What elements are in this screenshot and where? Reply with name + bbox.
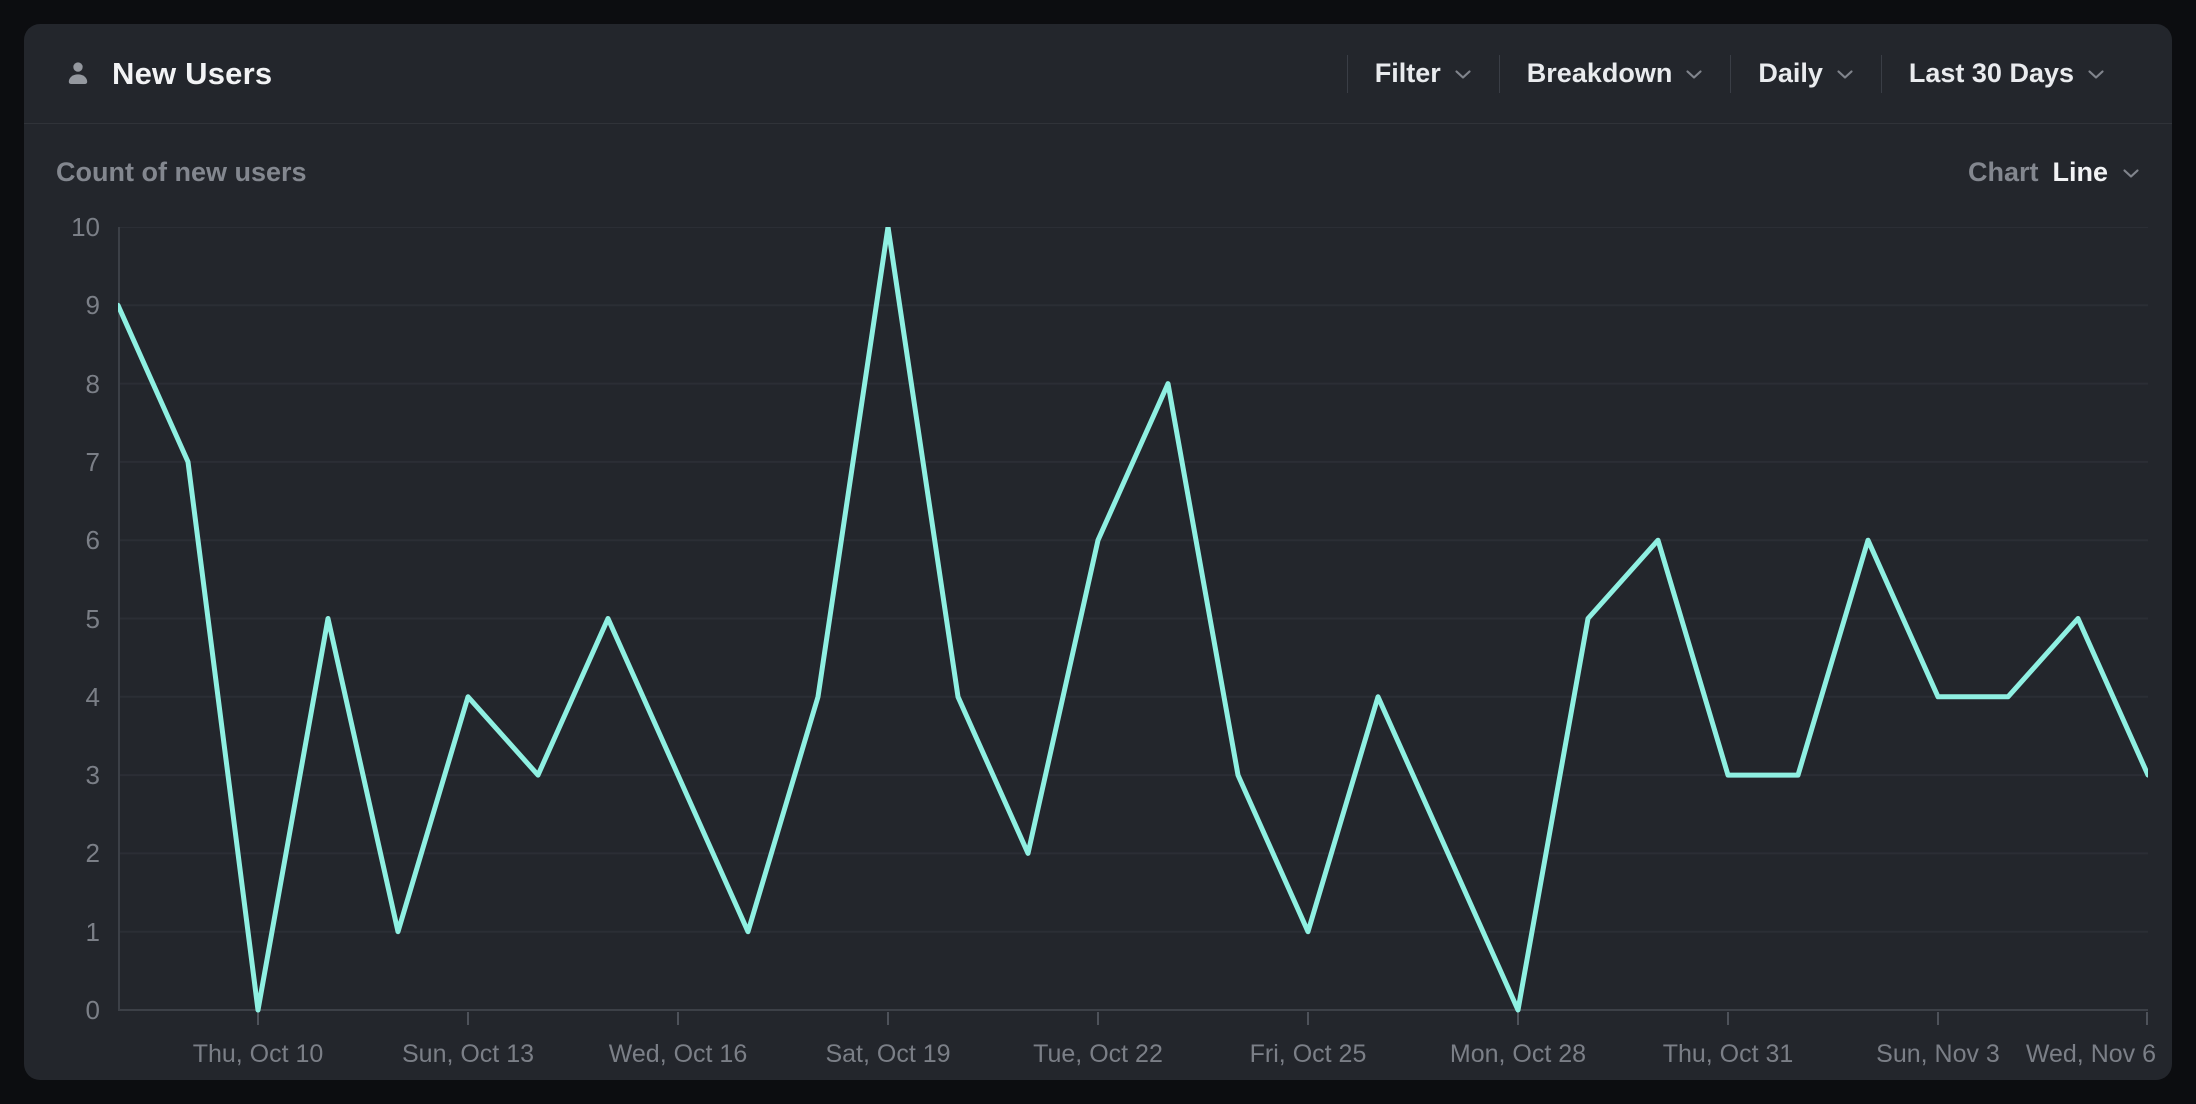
chevron-down-icon	[2122, 168, 2140, 180]
x-axis-label: Tue, Oct 22	[978, 1038, 1218, 1070]
user-icon	[60, 56, 96, 92]
y-axis-label: 6	[30, 525, 100, 555]
y-axis-label: 4	[30, 682, 100, 712]
filter-dropdown[interactable]: Filter	[1348, 58, 1499, 89]
y-axis-label: 9	[30, 290, 100, 320]
x-axis-label: Thu, Oct 31	[1608, 1038, 1848, 1070]
x-axis-label: Sun, Oct 13	[348, 1038, 588, 1070]
chevron-down-icon	[2087, 69, 2105, 81]
y-axis-label: 7	[30, 447, 100, 477]
chart-subheader: Count of new users Chart Line	[56, 152, 2140, 192]
x-axis-label: Wed, Oct 16	[558, 1038, 798, 1070]
chart-type-selector[interactable]: Chart Line	[1968, 157, 2140, 188]
y-axis-label: 3	[30, 760, 100, 790]
chevron-down-icon	[1454, 69, 1472, 81]
x-axis-label: Sat, Oct 19	[768, 1038, 1008, 1070]
x-axis-label: Wed, Nov 6	[1916, 1038, 2156, 1070]
metric-label: Count of new users	[56, 157, 307, 188]
chevron-down-icon	[1836, 69, 1854, 81]
header-controls: Filter Breakdown Daily	[1347, 52, 2132, 96]
new-users-line-chart	[118, 227, 2148, 1027]
breakdown-dropdown[interactable]: Breakdown	[1500, 58, 1731, 89]
plot-area	[118, 227, 2148, 1027]
y-axis-label: 10	[30, 212, 100, 242]
x-axis-label: Mon, Oct 28	[1398, 1038, 1638, 1070]
x-axis-label: Thu, Oct 10	[138, 1038, 378, 1070]
date-range-dropdown[interactable]: Last 30 Days	[1882, 58, 2132, 89]
y-axis-label: 5	[30, 604, 100, 634]
x-axis-label: Fri, Oct 25	[1188, 1038, 1428, 1070]
y-axis-label: 1	[30, 917, 100, 947]
y-axis-label: 2	[30, 838, 100, 868]
new-users-widget-card: New Users Filter Breakdown	[24, 24, 2172, 1080]
granularity-dropdown[interactable]: Daily	[1731, 58, 1881, 89]
widget-header: New Users Filter Breakdown	[24, 24, 2172, 124]
chevron-down-icon	[1685, 69, 1703, 81]
y-axis-label: 0	[30, 995, 100, 1025]
widget-title: New Users	[112, 56, 272, 92]
chart-type-label: Chart	[1968, 157, 2039, 188]
chart-type-value: Line	[2052, 157, 2108, 188]
dashboard-page: New Users Filter Breakdown	[0, 0, 2196, 1104]
y-axis-label: 8	[30, 369, 100, 399]
